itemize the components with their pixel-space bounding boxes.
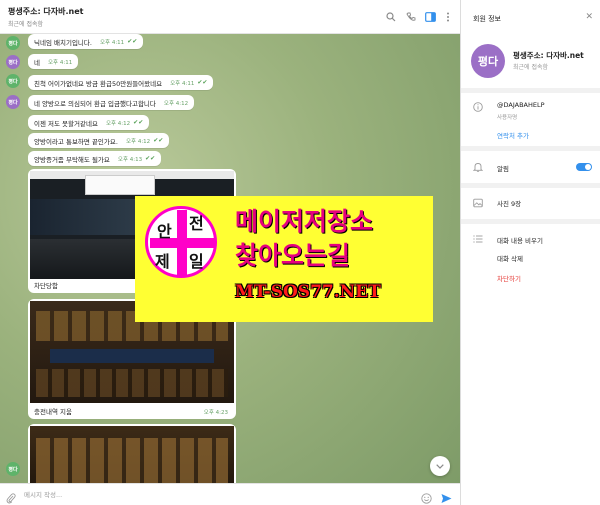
- notifications-toggle[interactable]: [576, 163, 592, 171]
- profile-avatar[interactable]: 평다: [471, 44, 505, 78]
- message-text: 친척 어이가없네요 방금 환급50만원들어왔네요: [34, 79, 163, 88]
- message-text: 네 양방으로 의심되어 환급 입금했다고합니다: [34, 99, 156, 108]
- message-time: 오후 4:12: [105, 120, 131, 127]
- search-icon[interactable]: [384, 10, 398, 24]
- photo-caption: 충전내역 지움: [34, 408, 72, 416]
- username-label: 사용자명: [497, 115, 518, 121]
- info-header: 회원 정보 ✕: [461, 0, 600, 34]
- profile-name: 평생주소: 다자바.net: [513, 51, 584, 60]
- emoji-icon[interactable]: [421, 489, 432, 505]
- attach-icon[interactable]: [6, 489, 16, 505]
- message-time: 오후 4:12: [163, 100, 189, 107]
- sidebar-toggle-icon[interactable]: [423, 10, 437, 24]
- message-bubble[interactable]: 양방증거좀 부탁해도 될가요 오후 4:13 ✔✔: [28, 151, 162, 166]
- message-time: 오후 4:11: [99, 39, 125, 46]
- chat-title[interactable]: 평생주소: 다자바.net: [8, 6, 84, 17]
- profile-avatar-label: 평다: [477, 55, 499, 68]
- telegram-window: 평생주소: 다자바.net 최근에 접속함 평다 평다 평다 평다 평다 닉네임…: [0, 0, 600, 505]
- banner-url[interactable]: MT-SOS77.NET: [235, 282, 381, 302]
- chat-header: 평생주소: 다자바.net 최근에 접속함: [0, 0, 460, 34]
- sender-avatar: 평다: [6, 95, 20, 109]
- badge-char: 제: [155, 252, 170, 271]
- add-contact-button[interactable]: 연락처 추가: [497, 130, 529, 140]
- banner-headline: 메이저저장소: [235, 207, 374, 236]
- sender-avatar-label: 평다: [8, 99, 18, 106]
- read-check-icon: ✔✔: [127, 38, 138, 45]
- notifications-label: 알림: [497, 165, 509, 173]
- username-value[interactable]: @DAJABAHELP: [497, 101, 545, 109]
- read-check-icon: ✔✔: [153, 137, 164, 144]
- send-icon[interactable]: [441, 489, 452, 505]
- message-bubble[interactable]: 친척 어이가없네요 방금 환급50만원들어왔네요 오후 4:11 ✔✔: [28, 75, 214, 90]
- overlay-banner[interactable]: 안 전 제 일 메이저저장소 찾아오는길 MT-SOS77.NET: [135, 196, 433, 322]
- info-title: 회원 정보: [473, 15, 501, 23]
- message-bubble[interactable]: 양방이라고 통보하면 끝인가요. 오후 4:12 ✔✔: [28, 133, 170, 148]
- message-time: 오후 4:11: [170, 80, 195, 87]
- close-icon[interactable]: ✕: [585, 12, 593, 22]
- banner-subheadline: 찾아오는길: [235, 241, 351, 270]
- read-check-icon: ✔✔: [145, 155, 156, 162]
- photo-caption: 차단당함: [34, 282, 58, 290]
- sender-avatar: 평다: [6, 55, 20, 69]
- message-input[interactable]: [24, 488, 404, 502]
- message-bubble[interactable]: 네 양방으로 의심되어 환급 입금했다고합니다 오후 4:12: [28, 95, 195, 110]
- message-time: 오후 4:12: [125, 138, 151, 145]
- message-time: 오후 4:23: [203, 410, 228, 416]
- photo-message[interactable]: [28, 424, 236, 483]
- sender-avatar-label: 평다: [8, 78, 18, 85]
- chat-status: 최근에 접속함: [8, 21, 44, 28]
- badge-char: 일: [189, 252, 204, 271]
- message-bubble[interactable]: 네 오후 4:11: [28, 54, 79, 69]
- message-bubble[interactable]: 닉네임 배치기입니다. 오후 4:11 ✔✔: [28, 34, 144, 49]
- profile-status: 최근에 접속함: [513, 64, 549, 71]
- read-check-icon: ✔✔: [197, 79, 208, 86]
- sender-avatar: 평다: [6, 36, 20, 50]
- message-text: 네: [34, 58, 40, 67]
- sender-avatar-label: 평다: [8, 59, 18, 66]
- delete-chat-button[interactable]: 대화 삭제: [497, 253, 523, 263]
- screenshot-image[interactable]: [30, 426, 234, 483]
- badge-char: 전: [189, 214, 204, 233]
- list-icon: [473, 234, 483, 244]
- message-text: 양방증거좀 부탁해도 될가요: [34, 155, 110, 164]
- badge-char: 안: [157, 222, 172, 241]
- image-icon: [473, 198, 483, 208]
- chevron-down-icon: [436, 463, 444, 469]
- message-text: 양방이라고 통보하면 끝인가요.: [34, 137, 118, 146]
- divider: [461, 146, 600, 151]
- divider: [461, 219, 600, 224]
- sender-avatar: 평다: [6, 462, 20, 476]
- bell-icon: [473, 162, 483, 172]
- info-icon: [473, 102, 483, 112]
- composer: [0, 483, 460, 505]
- photos-link[interactable]: 사진 9장: [497, 198, 521, 208]
- message-text: 이젠 저도 못할거같네요: [34, 119, 98, 128]
- sender-avatar-label: 평다: [8, 466, 18, 473]
- sender-avatar: 평다: [6, 74, 20, 88]
- divider: [461, 88, 600, 93]
- user-info-panel: 회원 정보 ✕ 평다 평생주소: 다자바.net 최근에 접속함 @DAJABA…: [460, 0, 600, 505]
- read-check-icon: ✔✔: [133, 119, 144, 126]
- more-icon[interactable]: [441, 10, 455, 24]
- sender-avatar-label: 평다: [8, 40, 18, 47]
- message-bubble[interactable]: 이젠 저도 못할거같네요 오후 4:12 ✔✔: [28, 115, 150, 130]
- clear-history-button[interactable]: 대화 내용 비우기: [497, 235, 543, 245]
- divider: [461, 183, 600, 188]
- block-user-button[interactable]: 차단하기: [497, 273, 521, 283]
- scroll-down-button[interactable]: [430, 456, 450, 476]
- message-time: 오후 4:13: [117, 156, 143, 163]
- message-time: 오후 4:11: [47, 59, 73, 66]
- message-text: 닉네임 배치기입니다.: [34, 38, 92, 47]
- phone-icon[interactable]: [404, 10, 418, 24]
